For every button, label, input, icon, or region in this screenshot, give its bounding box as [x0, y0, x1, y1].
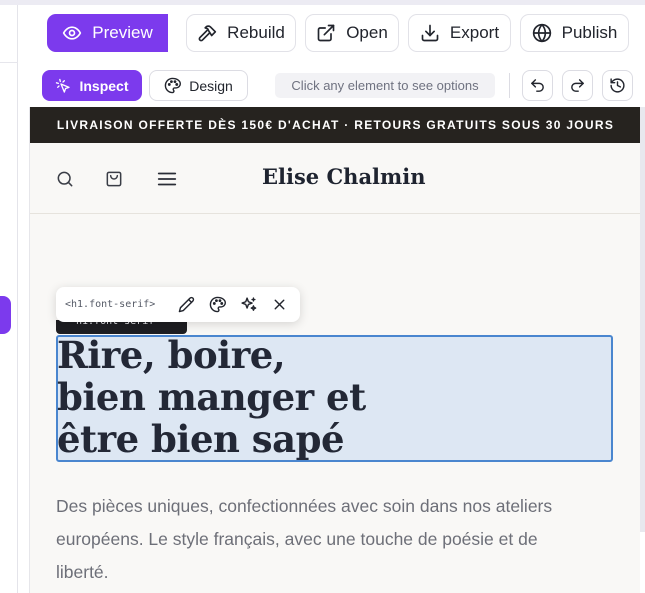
sparkle-cursor-icon: [56, 78, 71, 93]
shopping-bag-icon[interactable]: [104, 169, 124, 189]
export-button[interactable]: Export: [408, 14, 511, 52]
hammer-icon: [198, 25, 217, 42]
globe-icon: [532, 23, 551, 43]
hero-subtitle: Des pièces uniques, confectionnées avec …: [56, 496, 553, 582]
undo-button[interactable]: [522, 70, 553, 101]
palette-icon: [164, 77, 182, 94]
hero-title-line: être bien sapé: [57, 417, 345, 461]
preview-scrollbar[interactable]: [640, 107, 645, 532]
edit-text-button[interactable]: [171, 289, 202, 320]
element-action-toolbar: <h1.font-serif>: [56, 287, 300, 322]
site-header: Elise Chalmin: [30, 143, 640, 214]
brand-logo[interactable]: Elise Chalmin: [262, 164, 426, 189]
rebuild-button[interactable]: Rebuild: [186, 14, 296, 52]
preview-button[interactable]: Preview: [47, 14, 168, 52]
redo-button[interactable]: [562, 70, 593, 101]
external-link-icon: [317, 24, 335, 42]
menu-icon[interactable]: [156, 168, 178, 190]
eye-icon: [63, 26, 82, 40]
preview-label: Preview: [92, 23, 153, 42]
download-icon: [421, 24, 439, 42]
hero-title[interactable]: Rire, boire, bien manger et être bien sa…: [57, 334, 366, 460]
left-panel-divider: [0, 62, 18, 63]
history-icon: [610, 78, 625, 93]
left-panel-tab[interactable]: [0, 296, 11, 334]
rebuild-label: Rebuild: [227, 23, 285, 42]
history-button[interactable]: [602, 70, 633, 101]
design-mode-button[interactable]: Design: [149, 70, 248, 101]
inspect-hint: Click any element to see options: [275, 73, 495, 98]
pencil-icon: [178, 296, 195, 313]
open-button[interactable]: Open: [305, 14, 399, 52]
undo-icon: [531, 79, 544, 92]
hero-title-line: Rire, boire,: [57, 333, 286, 377]
close-button[interactable]: [264, 289, 295, 320]
open-label: Open: [346, 23, 388, 42]
ai-edit-button[interactable]: [233, 289, 264, 320]
hero-title-line: bien manger et: [57, 375, 366, 419]
close-icon: [274, 299, 285, 310]
design-label: Design: [189, 77, 233, 94]
window-top-strip: [0, 0, 645, 5]
publish-label: Publish: [561, 23, 618, 42]
toolbar-separator: [509, 73, 510, 98]
selected-element-label: h1.font-serif: [56, 320, 187, 334]
promo-banner: LIVRAISON OFFERTE DÈS 150€ D'ACHAT · RET…: [30, 107, 640, 143]
style-button[interactable]: [202, 289, 233, 320]
element-tag: <h1.font-serif>: [65, 299, 156, 310]
publish-button[interactable]: Publish: [520, 14, 629, 52]
export-label: Export: [449, 23, 500, 42]
search-icon[interactable]: [55, 169, 75, 189]
sparkles-icon: [241, 297, 257, 311]
inspect-mode-button[interactable]: Inspect: [42, 70, 142, 101]
palette-icon: [209, 296, 226, 313]
inspect-label: Inspect: [79, 77, 129, 94]
redo-icon: [571, 79, 584, 92]
